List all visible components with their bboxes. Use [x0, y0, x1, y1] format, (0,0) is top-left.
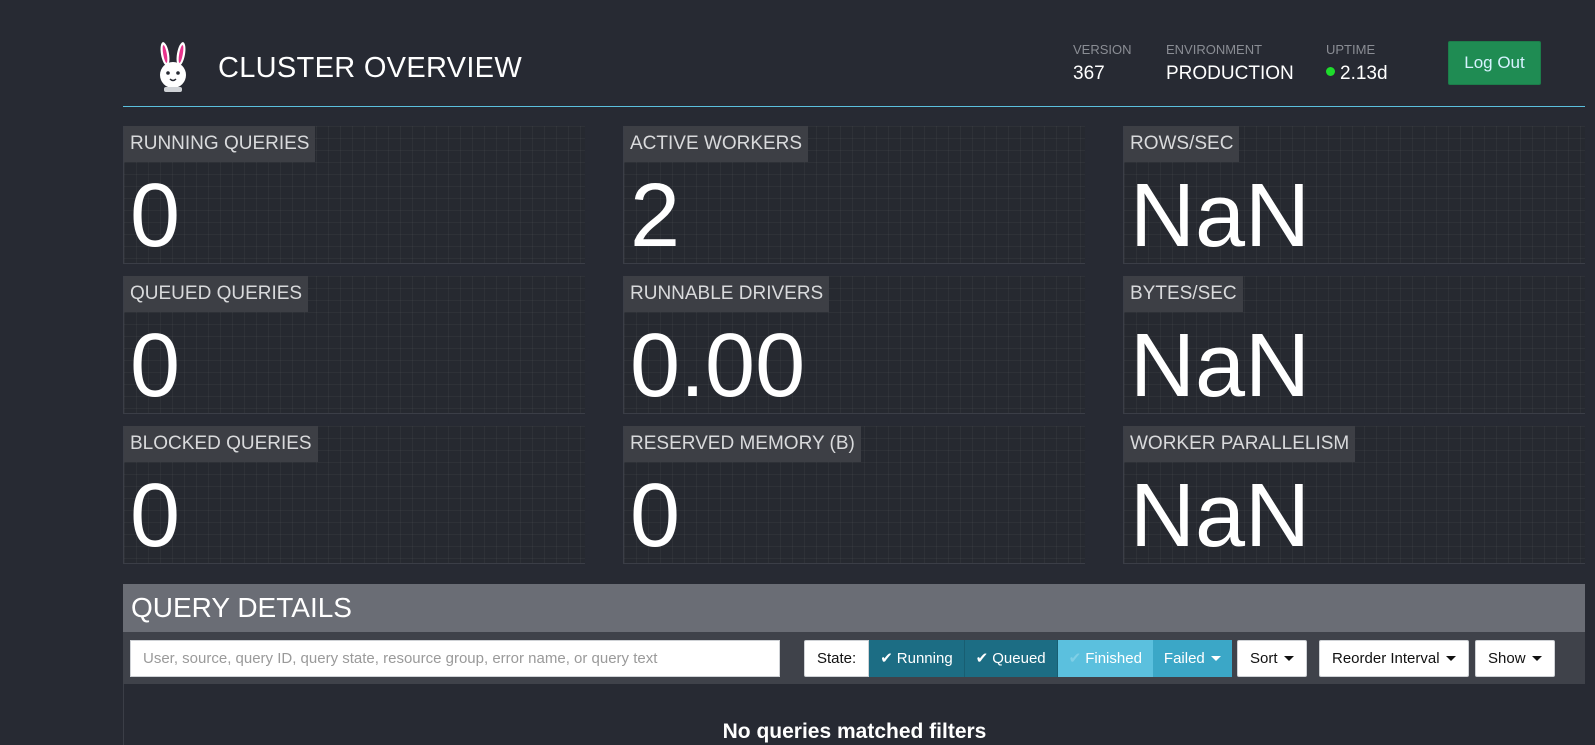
- metric-queued-queries: QUEUED QUERIES 0: [123, 276, 585, 414]
- query-list: No queries matched filters: [123, 684, 1585, 745]
- query-search-input[interactable]: [130, 640, 780, 677]
- metric-label: BLOCKED QUERIES: [124, 426, 318, 462]
- version-stat: VERSION 367: [1073, 42, 1132, 85]
- bunny-logo-icon: [160, 42, 186, 92]
- metric-label: BYTES/SEC: [1124, 276, 1243, 312]
- caret-down-icon: [1283, 655, 1294, 661]
- page: CLUSTER OVERVIEW VERSION 367 ENVIRONMENT…: [0, 0, 1595, 745]
- metric-value: 0: [130, 166, 181, 266]
- metric-active-workers: ACTIVE WORKERS 2: [623, 126, 1085, 264]
- metric-running-queries: RUNNING QUERIES 0: [123, 126, 585, 264]
- environment-label: ENVIRONMENT: [1166, 42, 1263, 57]
- logout-button[interactable]: Log Out: [1448, 41, 1541, 85]
- version-label: VERSION: [1073, 42, 1132, 57]
- metric-label: RUNNABLE DRIVERS: [624, 276, 830, 312]
- state-filter-label: Failed: [1163, 650, 1205, 667]
- uptime-value: 2.13d: [1340, 63, 1388, 84]
- page-title: CLUSTER OVERVIEW: [218, 52, 522, 84]
- query-details-header: QUERY DETAILS: [123, 584, 1585, 632]
- empty-state-message: No queries matched filters: [722, 720, 987, 743]
- state-label: State:: [804, 640, 870, 677]
- metric-value: NaN: [1130, 466, 1311, 566]
- show-dropdown-button[interactable]: Show: [1475, 640, 1555, 677]
- query-details-title: QUERY DETAILS: [131, 592, 352, 623]
- metric-value: NaN: [1130, 316, 1311, 416]
- metric-value: 2: [630, 166, 681, 266]
- metric-value: 0: [130, 316, 181, 416]
- metric-value: 0: [130, 466, 181, 566]
- uptime-row: 2.13d: [1326, 63, 1388, 85]
- environment-value: PRODUCTION: [1166, 63, 1294, 84]
- page-header: CLUSTER OVERVIEW VERSION 367 ENVIRONMENT…: [123, 30, 1585, 107]
- check-icon: ✔: [975, 650, 989, 667]
- reorder-interval-dropdown-button[interactable]: Reorder Interval: [1319, 640, 1469, 677]
- state-filter-label: Finished: [1085, 650, 1142, 667]
- metric-label: ACTIVE WORKERS: [624, 126, 809, 162]
- sort-label: Sort: [1250, 650, 1278, 667]
- check-icon: ✔: [880, 650, 893, 667]
- caret-down-icon: [1210, 655, 1221, 661]
- uptime-stat: UPTIME 2.13d: [1326, 42, 1388, 85]
- uptime-label: UPTIME: [1326, 42, 1376, 57]
- state-filter-label: Queued: [992, 650, 1046, 667]
- caret-down-icon: [1531, 655, 1542, 661]
- state-filter-group: State: ✔ Running ✔ Queued ✔ Finished Failed: [804, 640, 1232, 677]
- state-filter-label: Running: [896, 650, 953, 667]
- reorder-interval-label: Reorder Interval: [1332, 650, 1440, 667]
- version-value: 367: [1073, 63, 1105, 84]
- state-filter-finished[interactable]: ✔ Finished: [1057, 640, 1153, 677]
- metric-label: RESERVED MEMORY (B): [624, 426, 861, 462]
- metric-value: NaN: [1130, 166, 1311, 266]
- caret-down-icon: [1445, 655, 1456, 661]
- metric-label: WORKER PARALLELISM: [1124, 426, 1356, 462]
- state-filter-queued[interactable]: ✔ Queued: [964, 640, 1058, 677]
- metric-label: RUNNING QUERIES: [124, 126, 316, 162]
- check-icon: ✔: [1068, 650, 1082, 667]
- sort-dropdown-button[interactable]: Sort: [1237, 640, 1307, 677]
- metric-label: ROWS/SEC: [1124, 126, 1240, 162]
- metric-reserved-memory: RESERVED MEMORY (B) 0: [623, 426, 1085, 564]
- query-filter-toolbar: State: ✔Running ✔Queued ✔Finished Failed…: [123, 632, 1585, 684]
- metric-bytes-per-sec: BYTES/SEC NaN: [1123, 276, 1585, 414]
- metric-value: 0: [630, 466, 681, 566]
- metric-runnable-drivers: RUNNABLE DRIVERS 0.00: [623, 276, 1085, 414]
- show-label: Show: [1488, 650, 1526, 667]
- state-filter-failed-dropdown[interactable]: Failed: [1152, 640, 1232, 677]
- metric-blocked-queries: BLOCKED QUERIES 0: [123, 426, 585, 564]
- metric-label: QUEUED QUERIES: [124, 276, 309, 312]
- status-dot-icon: [1326, 67, 1335, 77]
- metric-rows-per-sec: ROWS/SEC NaN: [1123, 126, 1585, 264]
- environment-stat: ENVIRONMENT PRODUCTION: [1166, 42, 1294, 85]
- metric-value: 0.00: [630, 316, 806, 416]
- metric-worker-parallelism: WORKER PARALLELISM NaN: [1123, 426, 1585, 564]
- state-filter-running[interactable]: ✔ Running: [869, 640, 965, 677]
